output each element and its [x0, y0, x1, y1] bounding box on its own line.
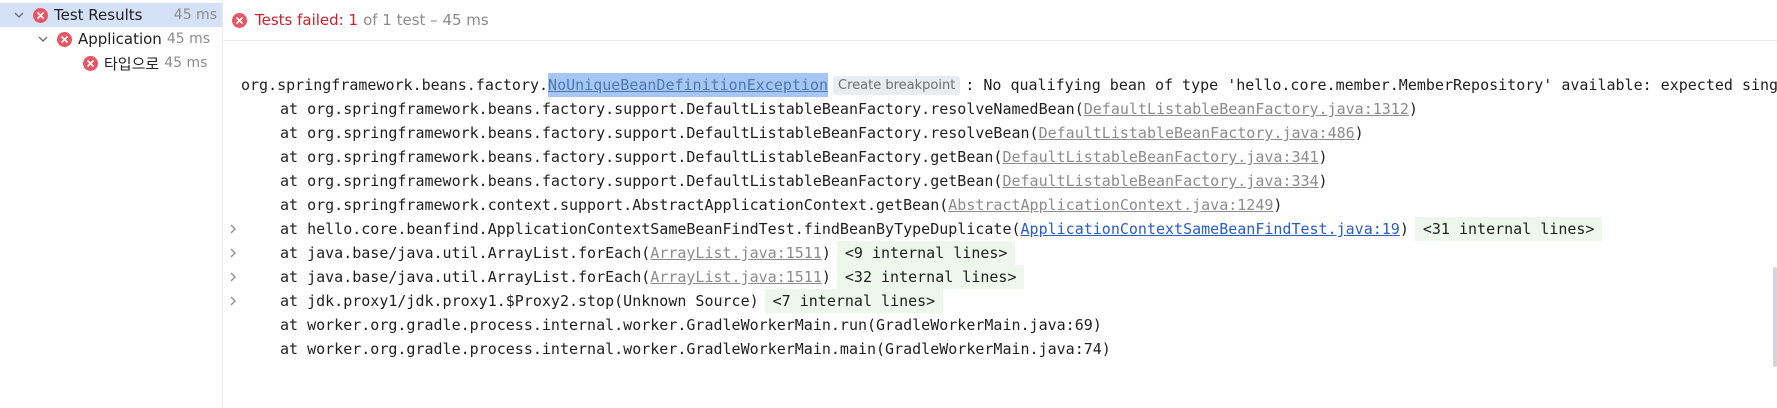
stack-frame: at hello.core.beanfind.ApplicationContex… [280, 217, 1603, 241]
tree-item-label: 타입으로 [104, 54, 160, 73]
stack-frame: at org.springframework.beans.factory.sup… [280, 169, 1328, 193]
chevron-down-icon[interactable] [11, 7, 27, 23]
frame-close: ) [1273, 196, 1283, 214]
tree-item-time: 45 ms [173, 7, 217, 23]
internal-lines-fold[interactable]: <9 internal lines> [836, 241, 1016, 265]
internal-lines-fold[interactable]: <31 internal lines> [1414, 217, 1603, 241]
frame-close: ) [1318, 148, 1328, 166]
frame-text: at org.springframework.beans.factory.sup… [280, 124, 1039, 142]
exception-package: org.springframework.beans.factory. [241, 76, 549, 94]
frame-source-link[interactable]: ArrayList.java:1511 [650, 265, 822, 289]
create-breakpoint-button[interactable]: Create breakpoint [833, 75, 961, 95]
frame-text: at org.springframework.beans.factory.sup… [280, 100, 1084, 118]
test-failed-icon [57, 31, 72, 47]
chevron-right-icon[interactable] [227, 289, 239, 313]
frame-source-link[interactable]: DefaultListableBeanFactory.java:1312 [1084, 97, 1409, 121]
tree-item-time: 45 ms [166, 31, 211, 47]
frame-text: at hello.core.beanfind.ApplicationContex… [280, 220, 1021, 238]
exception-line: org.springframework.beans.factory. NoUniq… [241, 73, 1777, 97]
frame-text: at org.springframework.beans.factory.sup… [280, 148, 1003, 166]
frame-source-link[interactable]: DefaultListableBeanFactory.java:486 [1039, 121, 1355, 145]
frame-text: at worker.org.gradle.process.internal.wo… [280, 340, 1111, 358]
test-failed-icon [232, 12, 247, 28]
status-failed-count: 1 [348, 11, 359, 29]
frame-source-link[interactable]: DefaultListableBeanFactory.java:334 [1002, 169, 1318, 193]
tree-item-label: Test Results [54, 6, 143, 24]
test-status-bar: Tests failed: 1 of 1 test – 45 ms [223, 0, 1777, 41]
frame-text: at java.base/java.util.ArrayList.forEach… [280, 244, 651, 262]
frame-text: at org.springframework.context.support.A… [280, 196, 949, 214]
tree-item-test-results[interactable]: Test Results 45 ms [0, 3, 222, 27]
test-tree: Test Results 45 ms Application 45 ms 타입으… [0, 0, 223, 408]
chevron-right-icon[interactable] [227, 241, 239, 265]
stack-frame: at org.springframework.context.support.A… [280, 193, 1282, 217]
chevron-right-icon[interactable] [227, 265, 239, 289]
frame-source-link[interactable]: AbstractApplicationContext.java:1249 [948, 193, 1273, 217]
chevron-down-icon[interactable] [35, 31, 51, 47]
frame-close: ) [1399, 220, 1409, 238]
tree-item-label: Application [78, 30, 162, 48]
tree-item-time: 45 ms [164, 55, 208, 71]
test-failed-icon [83, 55, 98, 71]
internal-lines-fold[interactable]: <7 internal lines> [764, 289, 944, 313]
frame-text: at org.springframework.beans.factory.sup… [280, 172, 1003, 190]
frame-text: at java.base/java.util.ArrayList.forEach… [280, 268, 651, 286]
internal-lines-fold[interactable]: <32 internal lines> [836, 265, 1025, 289]
exception-message: : No qualifying bean of type 'hello.core… [965, 76, 1777, 94]
frame-source-link[interactable]: ArrayList.java:1511 [650, 241, 822, 265]
exception-class-link[interactable]: NoUniqueBeanDefinitionException [548, 73, 829, 97]
scrollbar-thumb[interactable] [1773, 267, 1777, 367]
frame-text: at jdk.proxy1/jdk.proxy1.$Proxy2.stop(Un… [280, 292, 759, 310]
frame-close: ) [1318, 172, 1328, 190]
stack-frame: at jdk.proxy1/jdk.proxy1.$Proxy2.stop(Un… [280, 289, 944, 313]
stack-frame: at org.springframework.beans.factory.sup… [280, 97, 1418, 121]
frame-close: ) [1354, 124, 1364, 142]
status-prefix: Tests failed: [255, 11, 349, 29]
console-output[interactable]: org.springframework.beans.factory. NoUniq… [223, 41, 1777, 408]
frame-close: ) [821, 268, 831, 286]
stack-frame: at org.springframework.beans.factory.sup… [280, 145, 1328, 169]
stack-frame: at java.base/java.util.ArrayList.forEach… [280, 265, 1025, 289]
stack-frame: at worker.org.gradle.process.internal.wo… [280, 313, 1102, 337]
frame-source-link[interactable]: ApplicationContextSameBeanFindTest.java:… [1021, 217, 1400, 241]
stack-frame: at java.base/java.util.ArrayList.forEach… [280, 241, 1016, 265]
frame-close: ) [821, 244, 831, 262]
status-summary: of 1 test – 45 ms [363, 11, 489, 29]
frame-text: at worker.org.gradle.process.internal.wo… [280, 316, 1102, 334]
tree-item-application[interactable]: Application 45 ms [0, 27, 222, 51]
stack-frame: at org.springframework.beans.factory.sup… [280, 121, 1364, 145]
test-failed-icon [33, 7, 48, 23]
tree-item-test-case[interactable]: 타입으로 45 ms [0, 51, 222, 75]
chevron-right-icon[interactable] [227, 217, 239, 241]
frame-source-link[interactable]: DefaultListableBeanFactory.java:341 [1002, 145, 1318, 169]
frame-close: ) [1408, 100, 1418, 118]
stack-frame: at worker.org.gradle.process.internal.wo… [280, 337, 1111, 361]
